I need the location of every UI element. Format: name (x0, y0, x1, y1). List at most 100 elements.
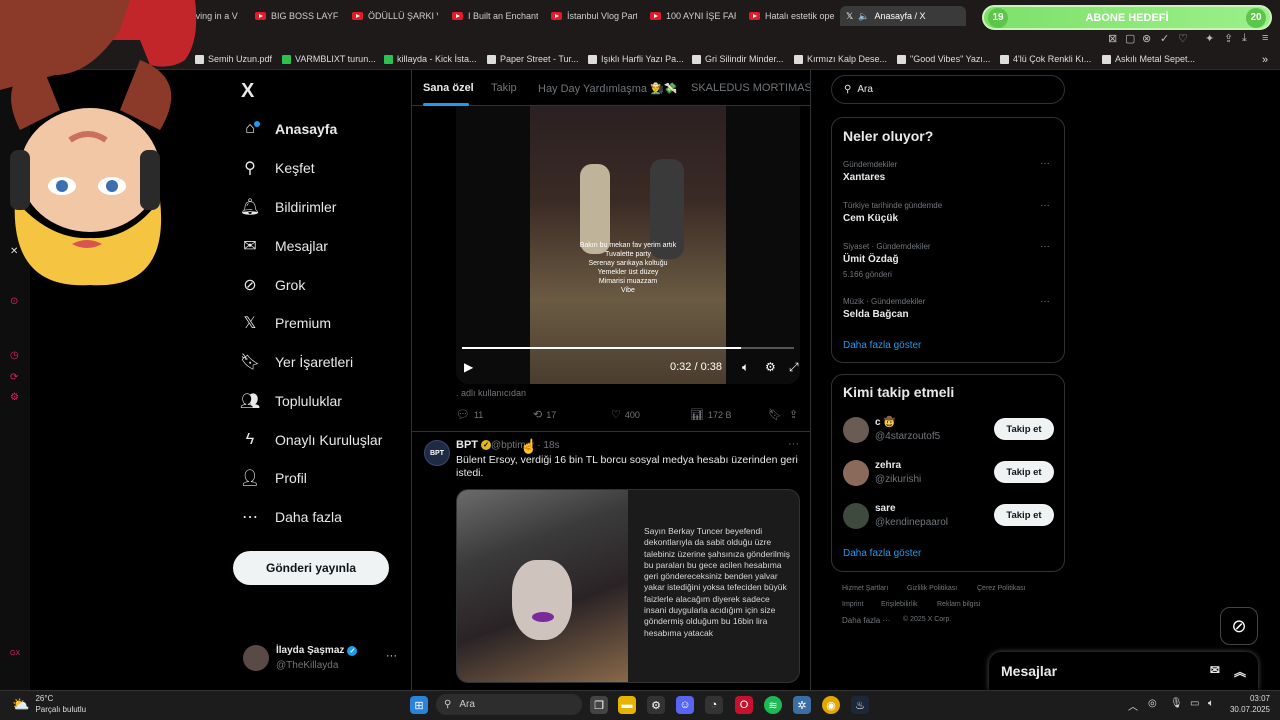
expand-icon[interactable]: ︽ (1234, 663, 1246, 680)
play-icon[interactable]: ▶ (464, 360, 473, 374)
sidebar-item-communities[interactable]: 👥︎ Topluluklar (240, 392, 342, 410)
bookmark-item[interactable]: Gri Silindir Minder... (692, 54, 784, 64)
sidebar-item-messages[interactable]: ✉ Mesajlar (241, 237, 328, 255)
spotify-icon[interactable]: ≋ (764, 696, 782, 714)
browser-tab[interactable]: BIG BOSS LAYF - (255, 6, 339, 26)
trend-name[interactable]: Selda Bağcan (843, 309, 909, 320)
browser-tab-active[interactable]: 𝕏 🔈 Anasayfa / X (840, 6, 966, 26)
heart-icon[interactable]: ♡ (1178, 32, 1188, 45)
video-source-caption[interactable]: . adlı kullanıcıdan (456, 388, 526, 398)
sidebar-item-explore[interactable]: ⚲ Keşfet (241, 159, 315, 177)
settings-icon[interactable]: ⚙ (10, 392, 19, 403)
footer-link[interactable]: Reklam bilgisi (937, 601, 980, 608)
avatar[interactable] (843, 460, 869, 486)
tab-hay-day[interactable]: Hay Day Yardımlaşma 👨‍🌾💸 (538, 82, 677, 95)
search-input[interactable]: ⚲ Ara (831, 75, 1065, 104)
bookmark-item[interactable]: 4'lü Çok Renkli Kı... (1000, 54, 1091, 64)
follow-button[interactable]: Takip et (994, 504, 1054, 526)
browser-tab[interactable]: ÖDÜLLÜ ŞARKI V (352, 6, 438, 26)
bookmark-item[interactable]: Paper Street - Tur... (487, 54, 579, 64)
app-icon[interactable]: ⚙ (647, 696, 665, 714)
share-button[interactable]: ⇪ (789, 408, 798, 421)
footer-link[interactable]: Çerez Politikası (977, 585, 1026, 592)
suggested-user-name[interactable]: c 🤠 (875, 417, 896, 428)
refresh-icon[interactable]: ⟳ (10, 372, 18, 383)
app-icon[interactable]: ◔ (705, 696, 723, 714)
taskbar-clock[interactable]: 03:07 30.07.2025 (1226, 693, 1270, 715)
browser-tab[interactable]: I Built an Enchant (452, 6, 538, 26)
views-button[interactable]: 📊︎ 172 B (690, 408, 732, 421)
sidebar-item-premium[interactable]: 𝕏 Premium (241, 314, 331, 332)
who-show-more-link[interactable]: Daha fazla göster (843, 548, 921, 559)
download-icon[interactable]: ⤓ (1242, 32, 1247, 45)
suggested-user-name[interactable]: sare (875, 503, 896, 514)
post-button[interactable]: Gönderi yayınla (233, 551, 389, 585)
footer-link[interactable]: Erişilebilirlik (881, 601, 918, 608)
tray-app-icon[interactable]: ◎ (1148, 698, 1157, 709)
bookmark-item[interactable]: Kırmızı Kalp Dese... (794, 54, 887, 64)
footer-link[interactable]: Hizmet Şartları (842, 585, 888, 592)
sidebar-item-profile[interactable]: 👤︎ Profil (240, 469, 307, 487)
discord-icon[interactable]: ☺ (676, 696, 694, 714)
messages-drawer[interactable]: Mesajlar ✉ ︽ (989, 652, 1258, 690)
post-author-name[interactable]: BPT ✓ (456, 439, 491, 451)
tab-following[interactable]: Takip (491, 82, 517, 94)
gx-icon[interactable]: GX (10, 650, 20, 657)
tab-for-you[interactable]: Sana özel (423, 82, 474, 94)
sidebar-item-notifications[interactable]: 🔔︎ Bildirimler (240, 198, 337, 216)
extension-icon[interactable]: ▢ (1125, 32, 1135, 45)
video-player[interactable]: Bakın bu mekan fav yerim artık Tuvalette… (456, 104, 800, 384)
new-message-icon[interactable]: ✉ (1210, 663, 1220, 680)
share-icon[interactable]: ⇪ (1224, 32, 1233, 45)
tray-overflow-icon[interactable]: ︿ (1128, 698, 1138, 713)
sidebar-item-grok[interactable]: ⊘ Grok (241, 276, 305, 294)
suggested-user-name[interactable]: zehra (875, 460, 901, 471)
bookmark-item[interactable]: Semih Uzun.pdf (195, 54, 272, 64)
browser-tab[interactable]: 100 AYNI İŞE FAR (650, 6, 736, 26)
volume-icon[interactable]: 🔈︎ (742, 360, 749, 375)
trends-show-more-link[interactable]: Daha fazla göster (843, 340, 921, 351)
tab-skaledus[interactable]: SKALEDUS MORTIMAS (691, 82, 810, 94)
post-image[interactable]: Sayın Berkay Tuncer beyefendi dekontları… (456, 489, 800, 683)
bookmark-button[interactable]: 🔖︎ (768, 408, 782, 421)
follow-button[interactable]: Takip et (994, 418, 1054, 440)
post-more-icon[interactable]: ··· (788, 438, 799, 450)
weather-widget[interactable]: ⛅ 26°C Parçalı bulutlu (12, 693, 86, 715)
footer-link[interactable]: Gizlilik Politikası (907, 585, 957, 592)
extensions-puzzle-icon[interactable]: ✦ (1205, 32, 1214, 45)
fullscreen-icon[interactable]: ⤢ (789, 360, 799, 375)
like-button[interactable]: ♡ 400 (611, 408, 640, 421)
play-icon[interactable]: ⊙ (10, 296, 18, 307)
browser-tab[interactable]: İstanbul Vlog Part (551, 6, 637, 26)
trend-more-icon[interactable]: ··· (1040, 296, 1050, 307)
taskbar-search[interactable]: ⚲ Ara (436, 694, 582, 715)
trend-more-icon[interactable]: ··· (1040, 158, 1050, 169)
microphone-icon[interactable]: 🎙︎ (1170, 698, 1183, 709)
x-logo[interactable]: X (241, 80, 254, 103)
avatar[interactable]: BPT (424, 440, 450, 466)
sidebar-item-verified-orgs[interactable]: ϟ Onaylı Kuruluşlar (241, 431, 383, 449)
avatar[interactable] (843, 503, 869, 529)
bookmark-item[interactable]: Askılı Metal Sepet... (1102, 54, 1195, 64)
sidebar-item-bookmarks[interactable]: 🔖︎ Yer İşaretleri (240, 353, 353, 371)
file-explorer-icon[interactable]: ▬ (618, 696, 636, 714)
trend-name[interactable]: Xantares (843, 172, 885, 183)
opera-gx-icon[interactable]: O (735, 696, 753, 714)
account-more-icon[interactable]: ··· (386, 650, 397, 662)
history-icon[interactable]: ◷ (10, 350, 19, 361)
app-icon[interactable]: ✲ (793, 696, 811, 714)
volume-icon[interactable]: 🔈︎ (1208, 698, 1214, 709)
sidebar-item-more[interactable]: ⋯ Daha fazla (241, 508, 342, 526)
bookmark-item[interactable]: "Good Vibes" Yazı... (897, 54, 990, 64)
network-icon[interactable]: ▭ (1190, 698, 1199, 709)
extension-icon[interactable]: ⊠ (1108, 32, 1117, 45)
trend-more-icon[interactable]: ··· (1040, 200, 1050, 211)
start-button[interactable]: ⊞ (410, 696, 428, 714)
trend-more-icon[interactable]: ··· (1040, 241, 1050, 252)
repost-button[interactable]: ⟲ 17 (533, 408, 556, 421)
bookmarks-overflow-icon[interactable]: » (1262, 54, 1268, 66)
account-name[interactable]: İlayda Şaşmaz ✓ (276, 645, 358, 656)
trend-name[interactable]: Cem Küçük (843, 213, 898, 224)
grok-floating-button[interactable]: ⊘ (1220, 607, 1258, 645)
follow-button[interactable]: Takip et (994, 461, 1054, 483)
